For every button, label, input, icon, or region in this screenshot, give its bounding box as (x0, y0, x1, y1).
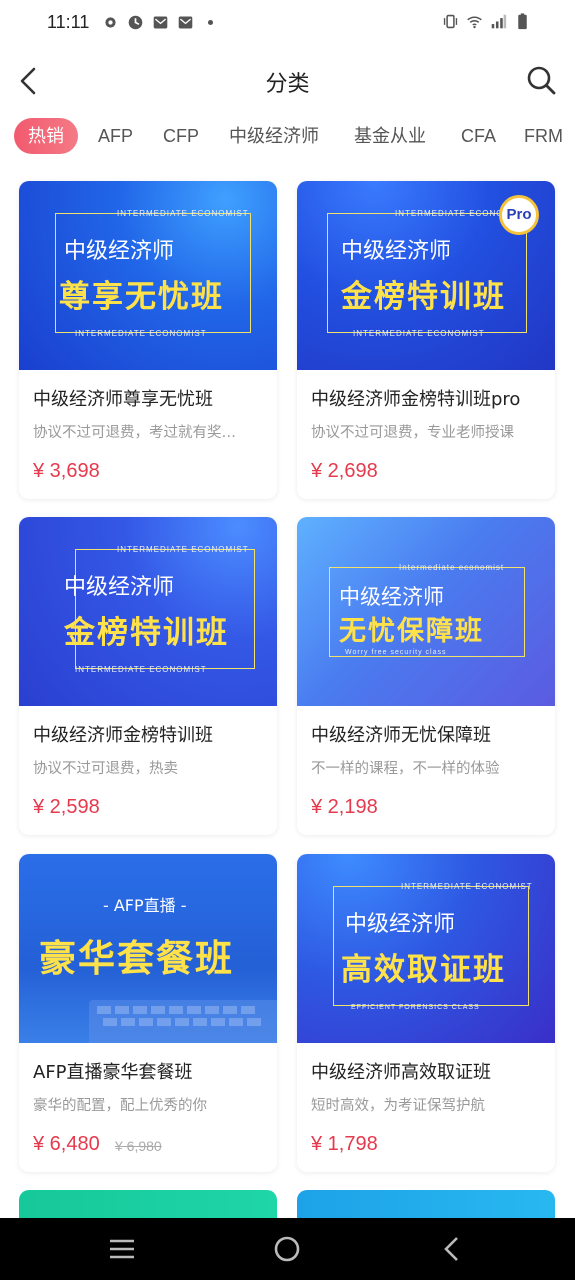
course-banner: INTERMEDIATE ECONOMIST 中级经济师 金榜特训班 INTER… (19, 517, 277, 706)
banner-subtitle: - AFP直播 - (103, 896, 187, 915)
course-title: 中级经济师金榜特训班pro (311, 389, 521, 410)
menu-icon[interactable] (107, 1234, 137, 1264)
system-nav-bar (0, 1218, 575, 1280)
tab-frm[interactable]: FRM (524, 118, 563, 154)
course-desc: 协议不过可退费，考过就有奖… (33, 425, 236, 441)
banner-bottom-text: INTERMEDIATE ECONOMIST (75, 665, 207, 674)
banner-title: 无忧保障班 (339, 616, 484, 647)
course-banner: INTERMEDIATE ECONOMIST 中级经济师 尊享无忧班 INTER… (19, 181, 277, 370)
course-card[interactable]: - AFP直播 - 豪华套餐班 AFP直播豪华套餐班 豪华的配置，配上优秀的你 … (19, 854, 277, 1172)
status-time: 11:11 (47, 12, 90, 32)
system-status-icons (442, 13, 531, 30)
signal-icon (491, 14, 507, 29)
battery-icon (518, 13, 527, 30)
home-icon[interactable] (272, 1234, 302, 1264)
course-price: ¥ 3,698 (33, 460, 100, 482)
banner-subtitle: 中级经济师 (339, 585, 444, 609)
page-title: 分类 (265, 72, 310, 97)
keyboard-image (89, 1000, 277, 1043)
wifi-icon (467, 16, 482, 29)
course-price: ¥ 2,198 (311, 796, 378, 818)
course-desc: 协议不过可退费，专业老师授课 (311, 425, 514, 441)
banner-bottom-text: EFFICIENT FORENSICS CLASS (351, 1004, 480, 1011)
banner-subtitle: 中级经济师 (345, 912, 456, 937)
banner-title: 尊享无忧班 (59, 279, 224, 315)
course-price: ¥ 6,480 (33, 1133, 100, 1155)
banner-title: 金榜特训班 (341, 279, 506, 315)
banner-top-text: INTERMEDIATE ECONOMIST (401, 882, 533, 891)
tab-hot[interactable]: 热销 (14, 118, 78, 154)
course-desc: 短时高效，为考证保驾护航 (311, 1098, 485, 1114)
banner-top-text: Intermediate economist (399, 563, 505, 572)
course-price: ¥ 1,798 (311, 1133, 378, 1155)
dot-icon (207, 19, 214, 26)
course-title: 中级经济师无忧保障班 (311, 725, 491, 746)
banner-bottom-text: INTERMEDIATE ECONOMIST (75, 329, 207, 338)
course-card[interactable]: INTERMEDIATE ECONOMIST 中级经济师 高效取证班 EFFIC… (297, 854, 555, 1172)
banner-title: 金榜特训班 (64, 615, 229, 651)
tab-afp[interactable]: AFP (98, 118, 133, 154)
course-title: 中级经济师尊享无忧班 (33, 389, 213, 410)
course-banner: Intermediate economist 中级经济师 无忧保障班 Worry… (297, 517, 555, 706)
banner-title: 高效取证班 (341, 952, 506, 988)
banner-top-text: INTERMEDIATE ECONOMIST (117, 209, 249, 218)
course-banner: - AFP直播 - 豪华套餐班 (19, 854, 277, 1043)
mail-icon (153, 16, 168, 29)
back-icon[interactable] (437, 1234, 467, 1264)
pro-badge: Pro (499, 195, 539, 235)
banner-bottom-text: Worry free security class (345, 649, 447, 656)
course-title: 中级经济师金榜特训班 (33, 725, 213, 746)
course-desc: 不一样的课程，不一样的体验 (311, 761, 500, 777)
vibrate-icon (443, 14, 458, 29)
mail-icon (178, 16, 193, 29)
course-price: ¥ 2,698 (311, 460, 378, 482)
category-tabs: 热销 AFP CFP 中级经济师 基金从业 CFA FRM (0, 114, 575, 158)
status-bar: 11:11 (0, 0, 575, 48)
course-title: AFP直播豪华套餐班 (33, 1062, 193, 1083)
course-price: ¥ 2,598 (33, 796, 100, 818)
banner-bottom-text: INTERMEDIATE ECONOMIST (353, 329, 485, 338)
course-title: 中级经济师高效取证班 (311, 1062, 491, 1083)
course-card[interactable]: INTERMEDIATE ECONOMIST 中级经济师 金榜特训班 INTER… (19, 517, 277, 835)
nav-bar: 分类 (0, 48, 575, 114)
course-card-partial[interactable] (297, 1190, 555, 1220)
course-card[interactable]: INTERMEDIATE ECONOMIST 中级经济师 金榜特训班 INTER… (297, 181, 555, 499)
course-banner: INTERMEDIATE ECONOMIST 中级经济师 高效取证班 EFFIC… (297, 854, 555, 1043)
banner-subtitle: 中级经济师 (64, 575, 175, 600)
course-card[interactable]: Intermediate economist 中级经济师 无忧保障班 Worry… (297, 517, 555, 835)
gear-icon (105, 17, 116, 28)
search-icon[interactable] (525, 64, 557, 96)
banner-subtitle: 中级经济师 (64, 239, 175, 264)
course-banner: INTERMEDIATE ECONOMIST 中级经济师 金榜特训班 INTER… (297, 181, 555, 370)
notification-icons (102, 14, 219, 31)
tab-cfa[interactable]: CFA (461, 118, 496, 154)
course-original-price: ¥ 6,980 (115, 1138, 162, 1154)
course-desc: 协议不过可退费，热卖 (33, 761, 178, 777)
course-card[interactable]: INTERMEDIATE ECONOMIST 中级经济师 尊享无忧班 INTER… (19, 181, 277, 499)
banner-title: 豪华套餐班 (39, 937, 234, 980)
course-desc: 豪华的配置，配上优秀的你 (33, 1098, 207, 1114)
banner-subtitle: 中级经济师 (341, 239, 452, 264)
tab-intermediate-economist[interactable]: 中级经济师 (229, 118, 319, 154)
tab-fund[interactable]: 基金从业 (354, 118, 426, 154)
banner-top-text: INTERMEDIATE ECONOMIST (117, 545, 249, 554)
tab-cfp[interactable]: CFP (163, 118, 199, 154)
clock-app-icon (128, 15, 143, 30)
course-card-partial[interactable] (19, 1190, 277, 1220)
